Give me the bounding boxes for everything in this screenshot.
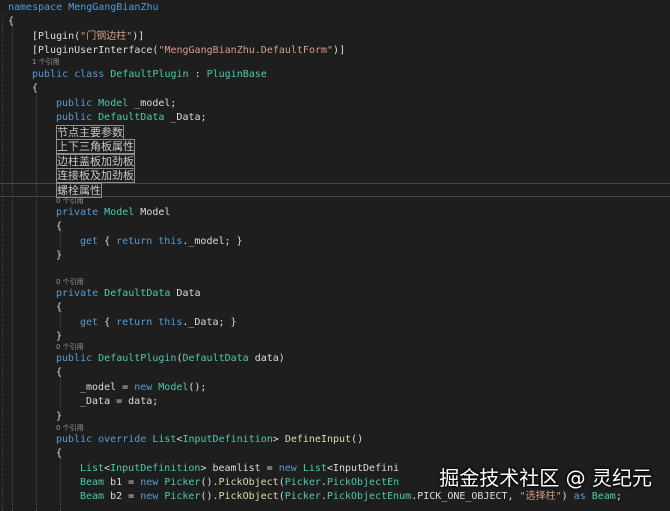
region-label[interactable]: 边柱盖板加劲板 bbox=[56, 154, 135, 169]
code-line[interactable]: public Model _model; bbox=[56, 97, 670, 111]
region-label[interactable]: 节点主要参数 bbox=[56, 125, 124, 140]
codelens-reference-count[interactable]: 0 个引用 bbox=[56, 343, 84, 352]
code-line[interactable]: } bbox=[56, 410, 670, 424]
code-line[interactable]: namespace MengGangBianZhu bbox=[8, 1, 670, 15]
code-line[interactable]: public DefaultData _Data; bbox=[56, 111, 670, 125]
collapsed-region[interactable]: 上下三角板属性 bbox=[56, 139, 670, 154]
code-line[interactable]: } bbox=[56, 330, 670, 344]
code-line[interactable]: { bbox=[56, 447, 670, 461]
code-line[interactable]: } bbox=[56, 249, 670, 263]
collapsed-region[interactable]: 节点主要参数 bbox=[56, 125, 670, 140]
code-line[interactable]: Beam b2 = new Picker().PickObject(Picker… bbox=[80, 490, 670, 504]
code-line[interactable]: { bbox=[56, 220, 670, 234]
fold-margin bbox=[2, 14, 3, 511]
code-line[interactable]: { bbox=[8, 15, 670, 29]
code-line[interactable]: private Model Model bbox=[56, 206, 670, 220]
codelens-reference-count[interactable]: 0 个引用 bbox=[56, 424, 84, 433]
region-label[interactable]: 连接板及加劲板 bbox=[56, 168, 135, 183]
code-line[interactable]: { bbox=[32, 82, 670, 96]
code-line[interactable]: { bbox=[56, 366, 670, 380]
collapsed-region[interactable]: 连接板及加劲板 bbox=[56, 168, 670, 183]
codelens-reference-count[interactable]: 1 个引用 bbox=[32, 58, 60, 67]
region-label[interactable]: 螺栓属性 bbox=[56, 183, 102, 198]
indent-guide bbox=[60, 457, 61, 511]
code-line[interactable]: get { return this._model; } bbox=[80, 235, 670, 249]
codelens-reference-count[interactable]: 0 个引用 bbox=[56, 197, 84, 206]
code-line[interactable]: _Data = data; bbox=[80, 395, 670, 409]
code-line[interactable]: get { return this._Data; } bbox=[80, 316, 670, 330]
watermark-text: 掘金技术社区 @ 灵纪元 bbox=[439, 466, 652, 490]
collapsed-region[interactable]: 边柱盖板加劲板 bbox=[56, 154, 670, 169]
code-editor[interactable]: namespace MengGangBianZhu { [Plugin("门钢边… bbox=[0, 0, 670, 511]
region-label[interactable]: 上下三角板属性 bbox=[56, 139, 135, 154]
code-line[interactable]: public override List<InputDefinition> De… bbox=[56, 433, 670, 447]
code-line[interactable]: private DefaultData Data bbox=[56, 287, 670, 301]
collapsed-region[interactable]: 螺栓属性 bbox=[56, 183, 670, 198]
code-line[interactable]: [PluginUserInterface("MengGangBianZhu.De… bbox=[32, 44, 670, 58]
code-line[interactable]: [Plugin("门钢边柱")] bbox=[32, 30, 670, 44]
code-line[interactable]: public class DefaultPlugin : PluginBase bbox=[32, 68, 670, 82]
code-line[interactable]: public DefaultPlugin(DefaultData data) bbox=[56, 352, 670, 366]
code-line[interactable]: { bbox=[56, 301, 670, 315]
codelens-reference-count[interactable]: 0 个引用 bbox=[56, 278, 84, 287]
code-line[interactable]: _model = new Model(); bbox=[80, 381, 670, 395]
indent-guide bbox=[36, 95, 37, 511]
indent-guide bbox=[12, 22, 13, 511]
